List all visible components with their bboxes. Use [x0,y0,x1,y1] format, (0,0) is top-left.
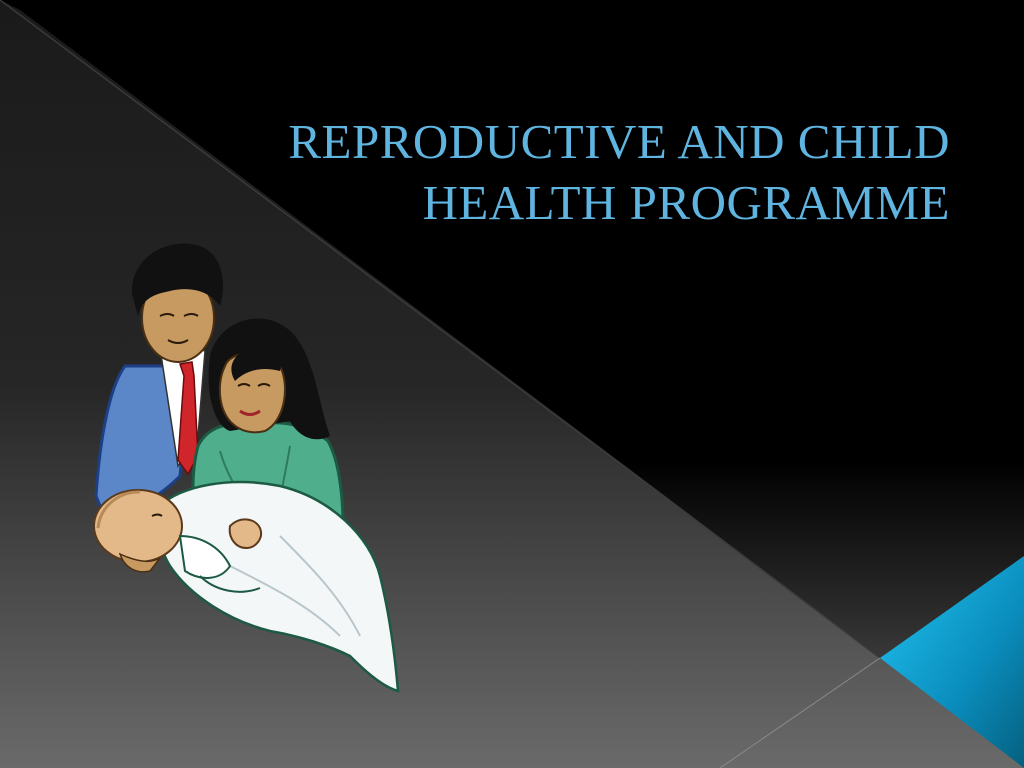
family-with-baby-icon [93,243,400,693]
baby-blanket [156,480,400,693]
slide-title: REPRODUCTIVE AND CHILD HEALTH PROGRAMME [120,112,950,234]
title-line-2: HEALTH PROGRAMME [422,174,950,230]
slide: REPRODUCTIVE AND CHILD HEALTH PROGRAMME [0,0,1024,768]
baby-head [93,489,183,563]
title-line-1: REPRODUCTIVE AND CHILD [288,114,950,169]
baby-hand [228,518,262,550]
